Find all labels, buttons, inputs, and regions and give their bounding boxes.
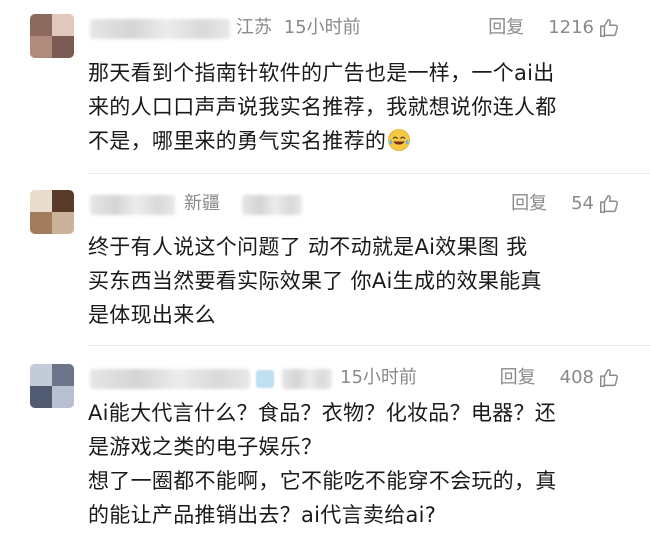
like-count: 1216 [548, 17, 594, 38]
avatar[interactable] [30, 190, 74, 234]
comment-text: 终于有人说这个问题了 动不动就是Ai效果图 我 买东西当然要看实际效果了 你Ai… [88, 230, 620, 332]
comment-line: 来的人口口声声说我实名推荐，我就想说你连人都 [88, 95, 557, 119]
comment-item: 江苏 15小时前 回复 1216 那天看到个指南针软件的广告也是一样，一个ai出… [0, 0, 650, 170]
comment-line: 想了一圈都不能啊，它不能吃不能穿不会玩的，真 [88, 469, 557, 493]
username-blurred[interactable] [90, 369, 250, 389]
comment-actions: 回复 408 [500, 365, 620, 391]
reply-button[interactable]: 回复 [500, 365, 536, 391]
like-count: 54 [571, 193, 594, 214]
comment-line: 不是，哪里来的勇气实名推荐的 [88, 124, 620, 158]
thumbs-up-icon[interactable] [598, 367, 620, 389]
username-blurred[interactable] [90, 19, 230, 39]
badge-blurred [256, 370, 274, 388]
thumbs-up-icon[interactable] [598, 193, 620, 215]
comment-text: Ai能大代言什么？食品？衣物？化妆品？电器？还 是游戏之类的电子娱乐？ 想了一圈… [88, 396, 620, 532]
comment-location: 江苏 [236, 17, 272, 38]
reply-button[interactable]: 回复 [488, 15, 524, 41]
comment-line: 是游戏之类的电子娱乐？ [88, 435, 323, 459]
comment-line: 的能让产品推销出去？ai代言卖给ai? [88, 503, 437, 527]
comment-line: 是体现出来么 [88, 303, 216, 327]
reply-button[interactable]: 回复 [511, 191, 547, 217]
comment-line: 那天看到个指南针软件的广告也是一样，一个ai出 [88, 61, 555, 85]
comment-location: 新疆 [184, 193, 220, 214]
comment-divider [88, 173, 650, 174]
comment-divider [88, 345, 650, 346]
comment-line: 终于有人说这个问题了 动不动就是Ai效果图 我 [88, 235, 528, 259]
meta-blurred [282, 369, 332, 389]
meta-blurred [242, 195, 302, 215]
avatar[interactable] [30, 364, 74, 408]
username-blurred[interactable] [90, 195, 175, 215]
comment-item: 15小时前 回复 408 Ai能大代言什么？食品？衣物？化妆品？电器？还 是游戏… [0, 350, 650, 548]
crying-laughing-emoji-icon [387, 128, 411, 152]
comment-meta: 15小时前 [340, 365, 417, 391]
comment-meta: 新疆 [184, 191, 220, 217]
comment-line: Ai能大代言什么？食品？衣物？化妆品？电器？还 [88, 401, 557, 425]
comment-meta: 江苏 15小时前 [236, 15, 361, 41]
comment-time: 15小时前 [340, 367, 417, 388]
avatar[interactable] [30, 14, 74, 58]
like-count: 408 [559, 367, 594, 388]
thumbs-up-icon[interactable] [598, 17, 620, 39]
comment-text: 那天看到个指南针软件的广告也是一样，一个ai出 来的人口口声声说我实名推荐，我就… [88, 56, 620, 158]
comment-time: 15小时前 [283, 17, 361, 38]
comment-actions: 回复 1216 [488, 15, 620, 41]
comment-item: 新疆 回复 54 终于有人说这个问题了 动不动就是Ai效果图 我 买东西当然要看… [0, 176, 650, 341]
comment-actions: 回复 54 [511, 191, 620, 217]
comment-line: 买东西当然要看实际效果了 你Ai生成的效果能真 [88, 269, 542, 293]
